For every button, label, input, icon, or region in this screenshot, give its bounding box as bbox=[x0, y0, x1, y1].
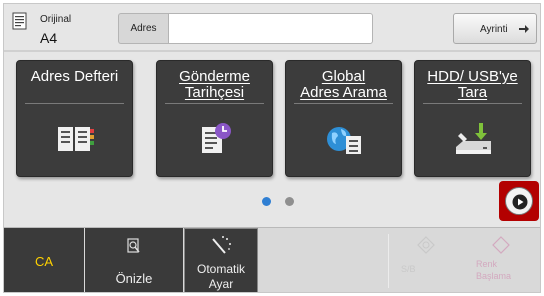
send-history-icon bbox=[202, 123, 231, 153]
tile-title: Gönderme Tarihçesi bbox=[179, 68, 250, 101]
clear-all-button[interactable]: CA bbox=[4, 228, 84, 292]
tile-address-book[interactable]: Adres Defteri bbox=[16, 60, 133, 177]
start-diamond-icon bbox=[417, 236, 435, 254]
scan-to-hdd-usb-icon bbox=[456, 123, 491, 154]
tile-title: Adres Defteri bbox=[30, 68, 119, 85]
original-label: Orijinal bbox=[40, 14, 72, 25]
tile-scan-to-hdd-usb[interactable]: HDD/ USB'ye Tara bbox=[414, 60, 531, 177]
magic-wand-icon bbox=[212, 236, 231, 254]
bw-start-label: S/B bbox=[401, 264, 416, 274]
scan-screen: Orijinal A4 Adres Ayrinti Adres Defteri bbox=[3, 3, 541, 293]
address-label: Adres bbox=[118, 13, 168, 44]
next-page-circle bbox=[505, 187, 533, 215]
global-address-search-icon bbox=[327, 127, 361, 154]
tile-send-history[interactable]: Gönderme Tarihçesi bbox=[156, 60, 273, 177]
preview-icon bbox=[127, 238, 140, 253]
top-bar: Orijinal A4 Adres Ayrinti bbox=[4, 4, 540, 50]
preview-button[interactable]: Önizle bbox=[85, 228, 183, 292]
tile-divider bbox=[25, 103, 124, 104]
top-divider bbox=[4, 50, 540, 52]
original-size-button[interactable]: Orijinal A4 bbox=[10, 10, 110, 46]
color-start-label: Renk Başlama bbox=[476, 259, 512, 281]
tile-divider bbox=[165, 103, 264, 104]
detail-button[interactable]: Ayrinti bbox=[453, 13, 537, 44]
arrow-right-icon bbox=[519, 25, 529, 33]
tile-divider bbox=[294, 103, 393, 104]
page-dot[interactable] bbox=[285, 197, 294, 206]
auto-set-button[interactable]: Otomatik Ayar bbox=[184, 228, 258, 292]
address-book-icon bbox=[58, 127, 94, 151]
color-start-button[interactable]: Renk Başlama bbox=[466, 230, 538, 292]
tile-global-address-search[interactable]: Global Adres Arama bbox=[285, 60, 402, 177]
tile-title: HDD/ USB'ye Tara bbox=[427, 68, 518, 101]
auto-set-label: Otomatik Ayar bbox=[196, 262, 245, 291]
play-icon bbox=[512, 194, 528, 210]
bw-start-button[interactable]: S/B bbox=[393, 230, 459, 292]
page-dot-active[interactable] bbox=[262, 197, 271, 206]
original-value: A4 bbox=[40, 30, 58, 46]
color-start-icon bbox=[492, 236, 510, 254]
document-icon bbox=[12, 12, 27, 30]
address-input[interactable] bbox=[168, 13, 373, 44]
bottom-divider bbox=[388, 234, 389, 288]
tile-title: Global Adres Arama bbox=[300, 68, 387, 101]
preview-label: Önizle bbox=[115, 271, 153, 286]
tile-divider bbox=[423, 103, 522, 104]
next-page-button[interactable] bbox=[499, 181, 539, 221]
bottom-bar: CA Önizle Otomatik Ayar S/B Renk Başlama bbox=[4, 227, 540, 292]
detail-button-label: Ayrinti bbox=[480, 24, 508, 35]
